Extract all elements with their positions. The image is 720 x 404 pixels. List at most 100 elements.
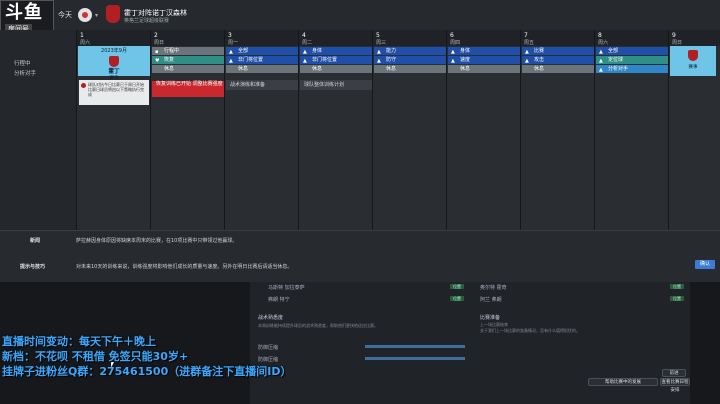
day-name: 周六 <box>598 40 609 46</box>
list-item[interactable]: 马斯特 加拉泰萨 <box>268 284 305 291</box>
session-cell[interactable]: ▲ 能力 <box>374 47 446 55</box>
list-item[interactable]: 奥尔特 霍奇 <box>480 284 507 291</box>
player-icon: ▲ <box>303 49 307 55</box>
status-badge: 位置 <box>450 284 464 289</box>
session-label: 定位球 <box>608 57 624 63</box>
session-cell[interactable]: ▲ 比赛 <box>522 47 594 55</box>
session-cell[interactable]: 休息 <box>300 65 372 73</box>
day-number: 5 <box>376 32 380 39</box>
tips-label: 提示与技巧 <box>20 264 46 270</box>
session-label: 身体 <box>312 48 323 54</box>
stream-overlay-line: 直播时间变动：每天下午＋晚上 <box>2 335 156 348</box>
day-number: 4 <box>302 32 306 39</box>
session-cell[interactable]: ▲ 全部 <box>226 47 298 55</box>
section-subtext: 关于我们上一场比赛的准备情况，没有什么值得担忧的。 <box>480 328 580 333</box>
chevron-down-icon[interactable]: ▾ <box>95 12 98 19</box>
stat-label: 防御压缩 <box>258 357 279 363</box>
session-label: 休息 <box>164 66 175 72</box>
next-match-card[interactable]: 赛事 <box>670 46 716 76</box>
session-cell[interactable]: 休息 <box>374 65 446 73</box>
player-icon: ▲ <box>451 58 455 64</box>
match-development-button[interactable]: 帮助比赛中的发展 <box>588 378 658 386</box>
session-cell[interactable]: ▲ 非门将位置 <box>300 56 372 64</box>
day-column[interactable]: 3 周一 ▲ 全部 ▲ 非门将位置 休息 战术演练和准备 <box>224 30 299 230</box>
session-label: 休息 <box>534 66 545 72</box>
session-cell[interactable]: ♥ 恢复 <box>152 56 224 64</box>
tips-text: 对未来10天的训练来说，训练强度将影响他们成长的质量与速度。另外在明日比赛后请适… <box>76 264 293 270</box>
recovery-icon: ♥ <box>155 58 160 64</box>
session-cell[interactable]: ▲ 攻击 <box>522 56 594 64</box>
list-item[interactable]: 弗朗 特宁 <box>268 296 290 303</box>
day-column[interactable]: 4 周二 ▲ 身体 ▲ 非门将位置 休息 球队整体训练计划 <box>298 30 373 230</box>
status-badge: 位置 <box>670 284 684 289</box>
session-label: 休息 <box>238 66 249 72</box>
match-subtitle: 英格兰足球超级联赛 <box>124 18 170 24</box>
training-report-panel: 马斯特 加拉泰萨 位置 奥尔特 霍奇 位置 弗朗 特宁 位置 阿兰 弗朗 位置 … <box>250 282 690 404</box>
list-item[interactable]: 阿兰 弗朗 <box>480 296 502 303</box>
today-match-card[interactable]: 2023年9月 霍丁 赛事 <box>78 46 150 81</box>
status-badge: 位置 <box>670 296 684 301</box>
news-text: 萨拉赫因身体原因将缺席本周末的比赛，在10项比赛中只带领过他赢球。 <box>76 238 238 244</box>
day-column[interactable]: 2 周日 ▪ 行程中 ♥ 恢复 休息 恢复训练已开始 调整比赛强度 <box>150 30 225 230</box>
session-cell[interactable]: 休息 <box>226 65 298 73</box>
club-shield-icon <box>109 56 119 67</box>
session-label: 休息 <box>460 66 471 72</box>
section-text: 本周训练能持续提升球员的战术熟悉度，帮助他们更快地适应比赛。 <box>258 323 378 328</box>
day-number: 3 <box>228 32 232 39</box>
view-schedule-button[interactable]: 查看比赛日程安排 <box>660 378 690 393</box>
session-cell[interactable]: ▲ 速度 <box>448 56 520 64</box>
note-card: 球队对抗今日比赛已于周日开始 比赛日球员将由以下策略执行完成 <box>79 80 149 105</box>
stream-overlay-line: 新档：不花呗 不租借 免签只能30岁+ <box>2 350 189 363</box>
session-label: 身体 <box>460 48 471 54</box>
confirm-button[interactable]: 确认 <box>695 260 715 269</box>
section-title: 比赛准备 <box>480 315 501 321</box>
session-label: 非门将位置 <box>312 57 338 63</box>
session-cell[interactable]: ▲ 分析对手 <box>596 65 668 73</box>
extra-cell[interactable]: 球队整体训练计划 <box>300 80 372 90</box>
session-label: 能力 <box>386 48 397 54</box>
player-icon: ▲ <box>377 49 381 55</box>
day-column[interactable]: 8 周六 ▲ 全部 ▲ 定位球 ▲ 分析对手 <box>594 30 669 230</box>
day-column[interactable]: 1 周六 2023年9月 霍丁 赛事 球队对抗今日比赛已于周日开始 比赛日球员将由… <box>76 30 151 230</box>
status-badge: 位置 <box>450 296 464 301</box>
schedule-grid: 1 周六 2023年9月 霍丁 赛事 球队对抗今日比赛已于周日开始 比赛日球员将由… <box>76 30 720 230</box>
session-cell[interactable]: ▲ 身体 <box>300 47 372 55</box>
player-icon: ▲ <box>229 49 233 55</box>
session-cell[interactable]: 休息 <box>522 65 594 73</box>
session-cell[interactable]: ▲ 非门将位置 <box>226 56 298 64</box>
sidebar-item-travel[interactable]: 行程中 <box>14 59 31 67</box>
session-label: 全部 <box>238 48 249 54</box>
sidebar-item-analyze[interactable]: 分析对手 <box>14 69 36 77</box>
session-cell[interactable]: 休息 <box>152 65 224 73</box>
session-label: 行程中 <box>164 48 180 54</box>
session-cell[interactable]: ▲ 防守 <box>374 56 446 64</box>
day-number: 8 <box>598 32 602 39</box>
session-label: 防守 <box>386 57 397 63</box>
opponent-badge-icon[interactable] <box>78 8 92 22</box>
day-name: 周六 <box>80 40 91 46</box>
session-cell[interactable]: 休息 <box>448 65 520 73</box>
day-column[interactable]: 6 周四 ▲ 身体 ▲ 速度 休息 <box>446 30 521 230</box>
session-cell[interactable]: ▲ 定位球 <box>596 56 668 64</box>
day-name: 周日 <box>672 40 683 46</box>
player-icon: ▲ <box>377 58 381 64</box>
match-team: 霍丁 <box>108 69 120 75</box>
extra-cell[interactable]: 战术演练和准备 <box>226 80 298 90</box>
session-cell[interactable]: ▪ 行程中 <box>152 47 224 55</box>
watermark-logo: 斗鱼 <box>5 2 43 23</box>
player-icon: ▲ <box>599 58 603 64</box>
day-column[interactable]: 9 周日 赛事 <box>668 30 720 230</box>
session-cell[interactable]: ▲ 身体 <box>448 47 520 55</box>
session-label: 攻击 <box>534 57 545 63</box>
bus-icon: ▪ <box>155 49 159 55</box>
session-cell[interactable]: ▲ 全部 <box>596 47 668 55</box>
alert-cell[interactable]: 恢复训练已开始 调整比赛强度 <box>152 81 224 97</box>
session-label: 恢复 <box>164 57 175 63</box>
day-column[interactable]: 7 周五 ▲ 比赛 ▲ 攻击 休息 <box>520 30 595 230</box>
day-name: 周二 <box>302 40 313 46</box>
forward-button[interactable]: 前进 <box>662 369 686 377</box>
day-column[interactable]: 5 周三 ▲ 能力 ▲ 防守 休息 <box>372 30 447 230</box>
sidebar: 行程中 分析对手 <box>0 30 76 230</box>
analysis-icon: ▲ <box>599 67 603 73</box>
session-label: 全部 <box>608 48 619 54</box>
